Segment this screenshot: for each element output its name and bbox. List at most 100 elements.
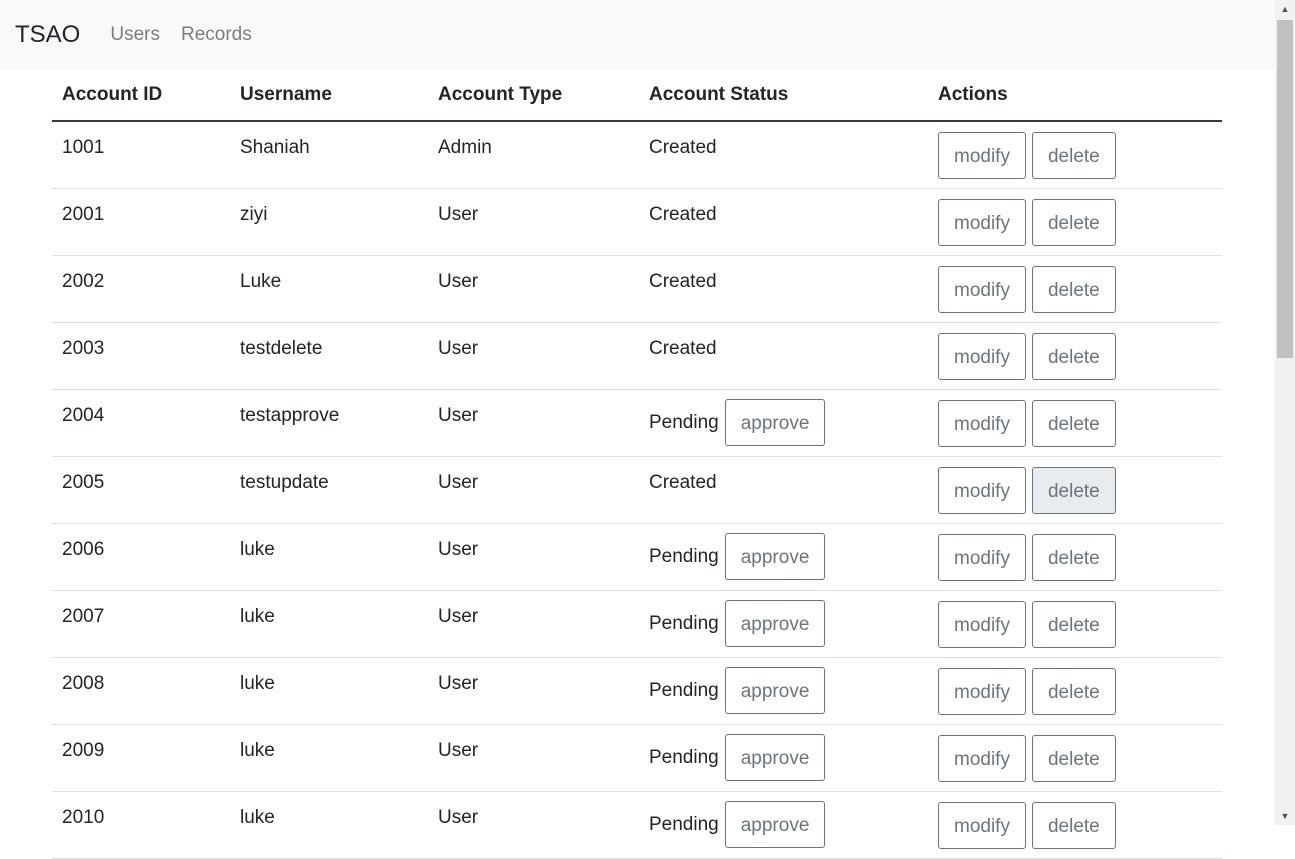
approve-button[interactable]: approve — [724, 600, 826, 647]
account-type: User — [438, 806, 479, 828]
account-id-cell: 2007 — [52, 590, 230, 658]
account-status: Pending — [649, 746, 719, 768]
actions-cell: modify delete — [928, 590, 1222, 658]
brand[interactable]: TSAO — [15, 20, 80, 50]
account-type-cell: User — [428, 657, 639, 725]
account-type-cell: User — [428, 523, 639, 591]
vertical-scrollbar[interactable]: ▲ ▼ — [1275, 0, 1295, 825]
username: testdelete — [240, 337, 323, 359]
username: Shaniah — [240, 137, 310, 158]
account-type: User — [438, 538, 479, 560]
username-cell: testapprove — [230, 389, 428, 457]
account-id-cell: 2009 — [52, 724, 230, 792]
modify-button[interactable]: modify — [938, 801, 1026, 849]
username: Luke — [240, 270, 282, 292]
scroll-thumb[interactable] — [1277, 20, 1293, 358]
account-id-cell: 1001 — [52, 121, 230, 189]
account-id-cell: 2008 — [52, 657, 230, 725]
account-id-cell: 2006 — [52, 523, 230, 591]
modify-button[interactable]: modify — [938, 265, 1026, 313]
actions-cell: modify delete — [928, 255, 1222, 323]
account-type-cell: User — [428, 724, 639, 792]
scroll-down-arrow-icon[interactable]: ▼ — [1275, 807, 1295, 825]
account-id-cell: 2004 — [52, 389, 230, 457]
modify-button[interactable]: modify — [938, 734, 1026, 782]
username-cell: ziyi — [230, 188, 428, 256]
table-row: 2007 luke User Pending approve modify delete — [52, 590, 1222, 658]
account-status-cell: Created — [639, 255, 928, 323]
account-id: 2003 — [62, 337, 105, 359]
approve-button[interactable]: approve — [724, 533, 826, 580]
actions-cell: modify delete — [928, 456, 1222, 524]
modify-button[interactable]: modify — [938, 332, 1026, 380]
account-status-cell: Created — [639, 322, 928, 390]
account-status-cell: Pending approve — [639, 523, 928, 591]
username-cell: Shaniah — [230, 121, 428, 189]
username-cell: testupdate — [230, 456, 428, 524]
delete-button[interactable]: delete — [1031, 198, 1116, 246]
username-cell: testdelete — [230, 322, 428, 390]
modify-button[interactable]: modify — [938, 198, 1026, 246]
header-account-type: Account Type — [428, 70, 639, 122]
account-id: 2006 — [62, 538, 105, 560]
account-id: 2005 — [62, 471, 105, 493]
table-row: 2002 Luke User Created modify delete — [52, 255, 1222, 323]
delete-button[interactable]: delete — [1031, 132, 1116, 179]
modify-button[interactable]: modify — [938, 600, 1026, 648]
accounts-table: Account ID Username Account Type Account… — [52, 70, 1222, 859]
header-username: Username — [230, 70, 428, 122]
delete-button[interactable]: delete — [1031, 734, 1116, 782]
actions-cell: modify delete — [928, 523, 1222, 591]
account-status: Pending — [649, 612, 719, 634]
account-status-cell: Created — [639, 188, 928, 256]
username: luke — [240, 538, 275, 560]
table-row: 2009 luke User Pending approve modify delete — [52, 724, 1222, 792]
delete-button[interactable]: delete — [1031, 533, 1116, 581]
delete-button[interactable]: delete — [1031, 265, 1116, 313]
account-type: User — [438, 605, 479, 627]
delete-button[interactable]: delete — [1031, 667, 1116, 715]
nav-link-records[interactable]: Records — [181, 24, 252, 46]
username: testapprove — [240, 404, 340, 426]
username: luke — [240, 739, 275, 761]
delete-button[interactable]: delete — [1031, 801, 1116, 849]
account-id: 2002 — [62, 270, 105, 292]
account-status-cell: Created — [639, 121, 928, 189]
table-row: 2008 luke User Pending approve modify delete — [52, 657, 1222, 725]
table-row: 2003 testdelete User Created modify delete — [52, 322, 1222, 390]
account-type-cell: User — [428, 255, 639, 323]
username-cell: luke — [230, 724, 428, 792]
account-status: Created — [649, 203, 717, 225]
account-status: Created — [649, 471, 717, 493]
header-actions: Actions — [928, 70, 1222, 122]
account-type: User — [438, 739, 479, 761]
delete-button[interactable]: delete — [1031, 332, 1116, 380]
approve-button[interactable]: approve — [724, 399, 826, 446]
navbar: TSAO Users Records — [0, 0, 1275, 70]
approve-button[interactable]: approve — [724, 734, 826, 781]
account-type: User — [438, 672, 479, 694]
account-id: 1001 — [62, 137, 105, 158]
modify-button[interactable]: modify — [938, 466, 1026, 514]
actions-cell: modify delete — [928, 389, 1222, 457]
delete-button[interactable]: delete — [1031, 399, 1116, 447]
account-id: 2007 — [62, 605, 105, 627]
nav-link-users[interactable]: Users — [110, 24, 160, 46]
account-status: Pending — [649, 411, 719, 433]
actions-cell: modify delete — [928, 657, 1222, 725]
approve-button[interactable]: approve — [724, 667, 826, 714]
account-type-cell: User — [428, 389, 639, 457]
account-status-cell: Pending approve — [639, 590, 928, 658]
account-id: 2004 — [62, 404, 105, 426]
header-account-status: Account Status — [639, 70, 928, 122]
delete-button[interactable]: delete — [1031, 600, 1116, 648]
scroll-up-arrow-icon[interactable]: ▲ — [1275, 0, 1295, 18]
delete-button[interactable]: delete — [1031, 466, 1116, 514]
account-status: Pending — [649, 545, 719, 567]
modify-button[interactable]: modify — [938, 533, 1026, 581]
modify-button[interactable]: modify — [938, 399, 1026, 447]
header-account-id: Account ID — [52, 70, 230, 122]
modify-button[interactable]: modify — [938, 667, 1026, 715]
account-id-cell: 2005 — [52, 456, 230, 524]
modify-button[interactable]: modify — [938, 132, 1026, 179]
